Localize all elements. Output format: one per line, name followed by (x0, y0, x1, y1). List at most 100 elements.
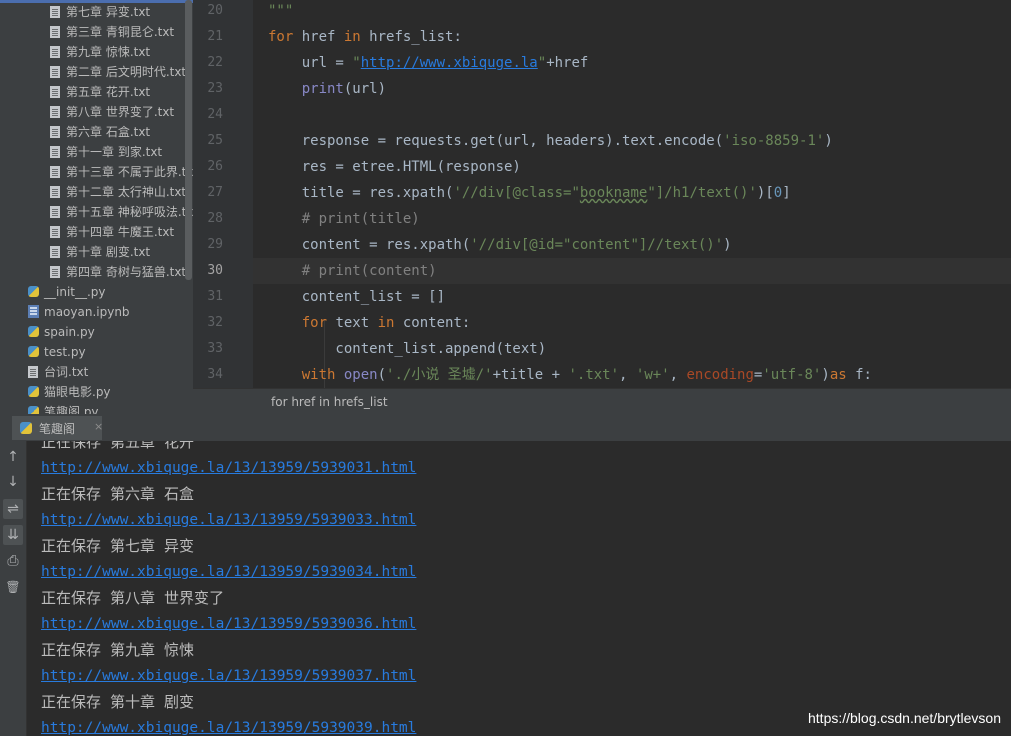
run-toolbar: ↑ ↓ ⇌ ⇊ ⎙ 🗑 (0, 441, 27, 736)
code-line-27[interactable]: title = res.xpath('//div[@class="booknam… (268, 180, 791, 206)
line-number: 21 (207, 29, 223, 44)
console-line: 正在保存 第十章 剧变 (41, 693, 195, 711)
file-tree-item-label: 第六章 石盒.txt (66, 125, 151, 139)
python-file-icon (28, 326, 39, 337)
text-file-icon (50, 146, 60, 158)
file-tree-item-label: 台词.txt (44, 365, 89, 379)
down-arrow-icon[interactable]: ↓ (3, 472, 23, 492)
file-tree-item-label: 第十五章 神秘呼吸法.txt (66, 205, 193, 219)
text-file-icon (50, 166, 60, 178)
file-tree-item-label: 笔趣阁.py (44, 405, 99, 414)
project-tree-scrollbar[interactable] (185, 0, 192, 280)
console-link[interactable]: http://www.xbiquge.la/13/13959/5939031.h… (41, 455, 416, 481)
file-tree-item-label: test.py (44, 345, 86, 359)
text-file-icon (50, 266, 60, 278)
text-file-icon (50, 26, 60, 38)
python-file-icon (28, 286, 39, 297)
code-line-32[interactable]: for text in content: (268, 310, 471, 336)
run-tab-label: 笔趣阁 (39, 422, 76, 436)
line-number: 24 (207, 107, 223, 122)
console-line: 正在保存 第八章 世界变了 (41, 589, 225, 607)
breadcrumb[interactable]: for href in hrefs_list (193, 388, 1011, 415)
trash-icon[interactable]: 🗑 (3, 577, 23, 597)
run-tab[interactable]: 笔趣阁 × (12, 416, 103, 440)
line-number: 23 (207, 81, 223, 96)
code-line-33[interactable]: content_list.append(text) (268, 336, 546, 362)
scroll-to-end-icon[interactable]: ⇊ (3, 525, 23, 545)
text-file-icon (50, 226, 60, 238)
code-line-28[interactable]: # print(title) (268, 206, 420, 232)
console-line: 正在保存 第七章 异变 (41, 537, 195, 555)
code-line-22[interactable]: url = "http://www.xbiquge.la"+href (268, 50, 589, 76)
file-tree-item-label: 第十四章 牛魔王.txt (66, 225, 175, 239)
file-tree-item-label: spain.py (44, 325, 95, 339)
file-tree-item-label: 第十三章 不属于此界.txt (66, 165, 193, 179)
close-icon[interactable]: × (94, 420, 103, 433)
console-line: 正在保存 第九章 惊悚 (41, 641, 195, 659)
breadcrumb-item[interactable]: for href in hrefs_list (271, 395, 388, 409)
file-tree-item-label: 第五章 花开.txt (66, 85, 151, 99)
code-line-30[interactable]: # print(content) (268, 258, 437, 284)
line-number: 29 (207, 237, 223, 252)
code-line-26[interactable]: res = etree.HTML(response) (268, 154, 521, 180)
text-file-icon (50, 46, 60, 58)
up-arrow-icon[interactable]: ↑ (3, 447, 23, 467)
console-link[interactable]: http://www.xbiquge.la/13/13959/5939034.h… (41, 559, 416, 585)
code-line-31[interactable]: content_list = [] (268, 284, 445, 310)
project-tree[interactable]: 第七章 异变.txt 第三章 青铜昆仑.txt 第九章 惊悚.txt 第二章 后文明时… (0, 0, 193, 414)
file-tree-item-label: 猫眼电影.py (44, 385, 111, 399)
run-tab-bar: 笔趣阁 × (0, 414, 1011, 442)
file-tree-item-label: 第十章 剧变.txt (66, 245, 151, 259)
file-tree-item-label: 第十二章 太行神山.txt (66, 185, 187, 199)
code-line-21[interactable]: for href in hrefs_list: (268, 24, 462, 50)
text-file-icon (50, 246, 60, 258)
line-number: 20 (207, 3, 223, 18)
file-tree-item-label: 第二章 后文明时代.txt (66, 65, 187, 79)
print-icon[interactable]: ⎙ (3, 551, 23, 571)
line-number: 27 (207, 185, 223, 200)
line-number: 34 (207, 367, 223, 382)
console-line: 正在保存 第六章 石盒 (41, 485, 195, 503)
console-link[interactable]: http://www.xbiquge.la/13/13959/5939039.h… (41, 715, 416, 736)
line-number: 31 (207, 289, 223, 304)
file-tree-item-label: 第三章 青铜昆仑.txt (66, 25, 175, 39)
code-line-20[interactable]: """ (268, 0, 293, 24)
console-link[interactable]: http://www.xbiquge.la/13/13959/5939033.h… (41, 507, 416, 533)
watermark: https://blog.csdn.net/brytlevson (808, 710, 1001, 726)
text-file-icon (50, 206, 60, 218)
file-tree-item-label: 第四章 奇树与猛兽.txt (66, 265, 187, 279)
line-number: 30 (207, 263, 223, 278)
file-tree-item-label: __init__.py (44, 285, 106, 299)
python-file-icon (28, 386, 39, 397)
python-icon (20, 422, 32, 434)
text-file-icon (28, 366, 38, 378)
soft-wrap-icon[interactable]: ⇌ (3, 499, 23, 519)
line-number: 26 (207, 159, 223, 174)
code-line-24[interactable] (268, 102, 276, 128)
console-link[interactable]: http://www.xbiquge.la/13/13959/5939037.h… (41, 663, 416, 689)
python-file-icon (28, 406, 39, 414)
text-file-icon (50, 126, 60, 138)
line-number: 32 (207, 315, 223, 330)
text-file-icon (50, 6, 60, 18)
text-file-icon (50, 86, 60, 98)
code-line-29[interactable]: content = res.xpath('//div[@id="content"… (268, 232, 732, 258)
text-file-icon (50, 186, 60, 198)
file-tree-item-label: 第十一章 到家.txt (66, 145, 163, 159)
code-line-34[interactable]: with open('./小说 圣墟/'+title + '.txt', 'w+… (268, 362, 872, 388)
file-tree-item-label: 第八章 世界变了.txt (66, 105, 175, 119)
code-line-23[interactable]: print(url) (268, 76, 386, 102)
file-tree-item-label: maoyan.ipynb (44, 305, 130, 319)
run-console-output[interactable]: 正在保存 第五章 花开 http://www.xbiquge.la/13/1395… (27, 441, 1011, 736)
python-file-icon (28, 346, 39, 357)
line-number: 33 (207, 341, 223, 356)
notebook-file-icon (28, 305, 39, 318)
file-tree-item-label: 第九章 惊悚.txt (66, 45, 151, 59)
code-editor[interactable]: """ for href in hrefs_list: url = "http:… (253, 0, 1011, 388)
code-line-25[interactable]: response = requests.get(url, headers).te… (268, 128, 833, 154)
line-number-gutter: 20 21 22 23 24 25 26 27 28 29 30 31 32 33 34 (193, 0, 266, 388)
line-number: 25 (207, 133, 223, 148)
console-link[interactable]: http://www.xbiquge.la/13/13959/5939036.h… (41, 611, 416, 637)
console-line: 正在保存 第五章 花开 (41, 441, 195, 451)
line-number: 22 (207, 55, 223, 70)
